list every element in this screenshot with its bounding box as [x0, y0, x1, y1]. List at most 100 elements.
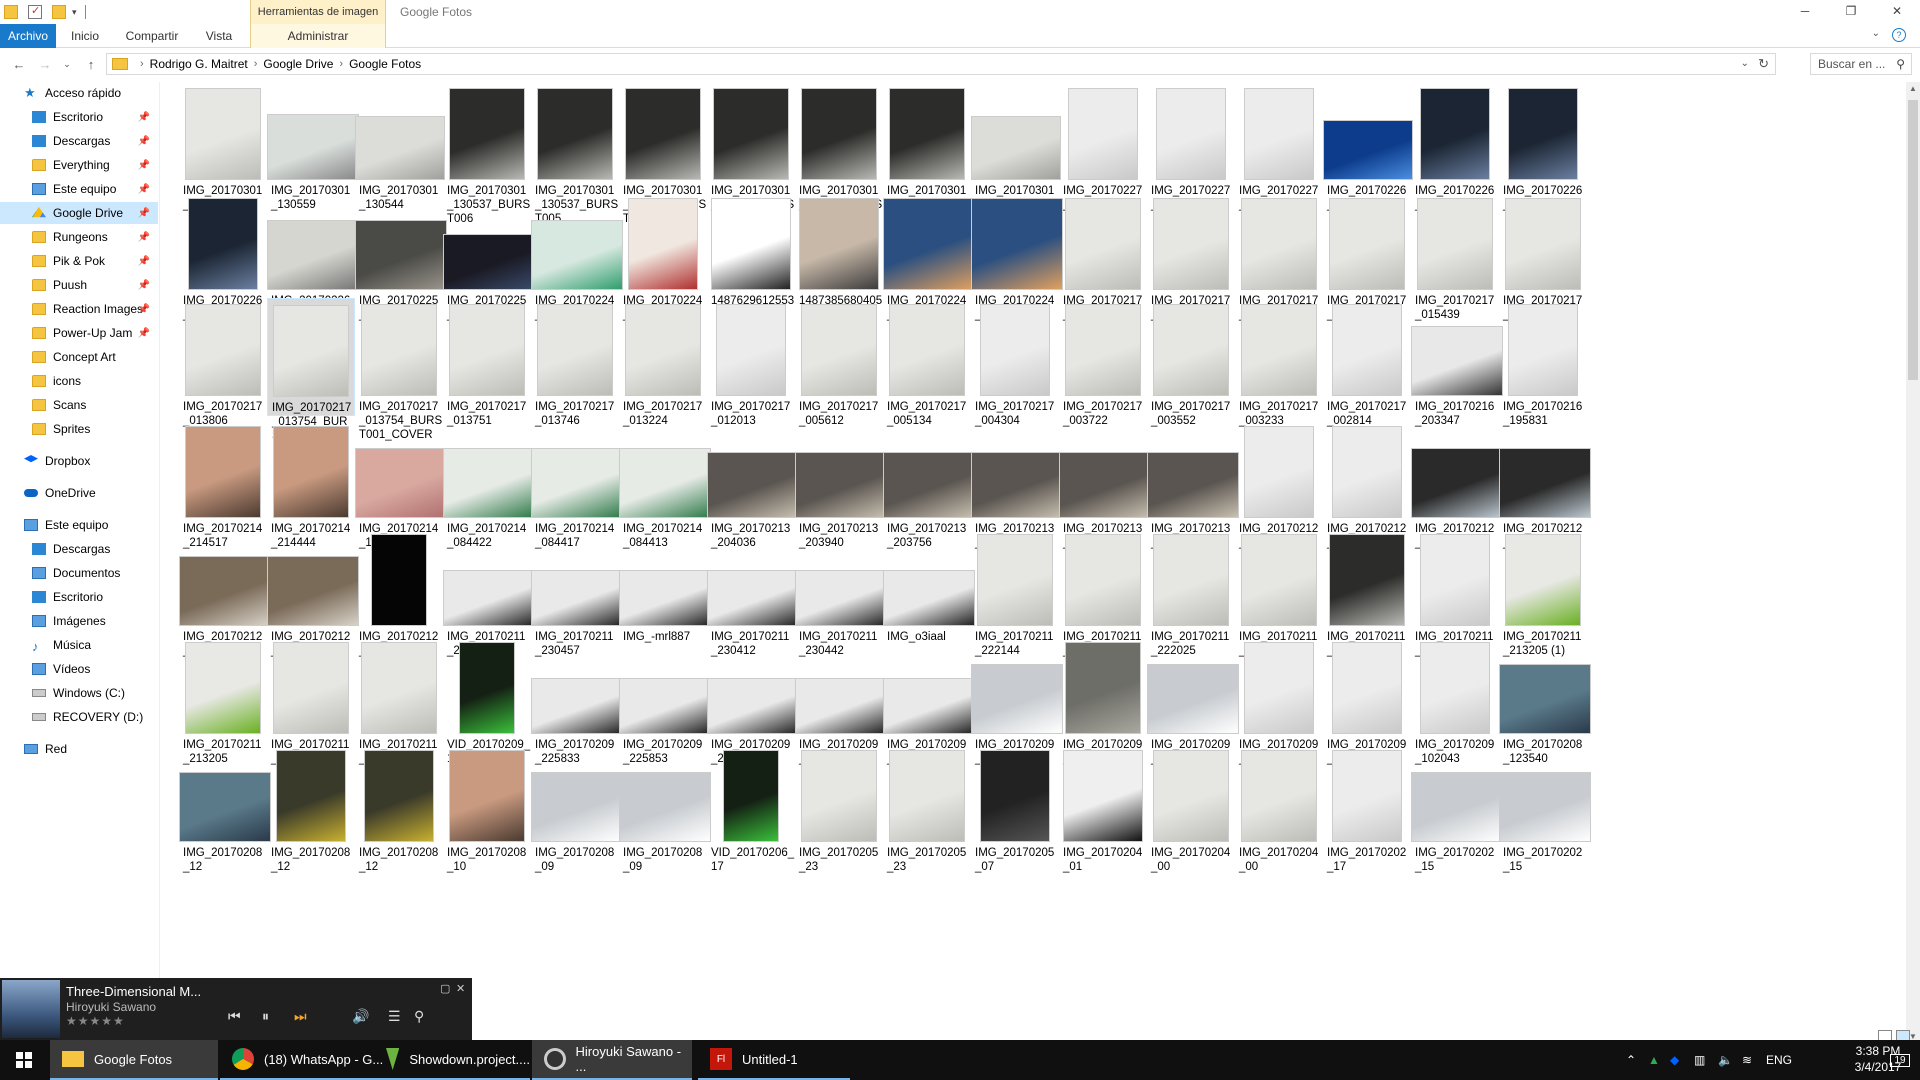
- pin-icon[interactable]: 📌: [138, 304, 150, 315]
- file-tile[interactable]: IMG_20170217_003552: [1147, 298, 1235, 427]
- file-tile[interactable]: IMG_20170217_015439: [1411, 192, 1499, 321]
- file-tile[interactable]: IMG_20170211_230412: [707, 528, 799, 657]
- breadcrumb-user[interactable]: Rodrigo G. Maitret: [150, 57, 248, 71]
- file-tile[interactable]: IMG_20170226_003627: [267, 192, 359, 321]
- file-tile[interactable]: 1487385680405: [795, 192, 883, 307]
- nav-item-reaction-images[interactable]: Reaction Images 📌: [0, 298, 158, 320]
- volume-icon[interactable]: 🔈: [1718, 1040, 1733, 1080]
- nav-item-concept-art[interactable]: Concept Art: [0, 346, 158, 368]
- file-tile[interactable]: IMG_20170211_230442: [795, 528, 887, 657]
- google-drive-tray-icon[interactable]: ▲: [1648, 1040, 1660, 1080]
- file-tile[interactable]: IMG_20170217_012013: [707, 298, 795, 427]
- pin-icon[interactable]: 📌: [138, 328, 150, 339]
- file-tile[interactable]: IMG_20170217_003233: [1235, 298, 1323, 427]
- breadcrumb-separator[interactable]: ›: [254, 58, 258, 70]
- file-tile[interactable]: IMG_20170301_130537_BURST005: [531, 82, 619, 225]
- file-tile[interactable]: IMG_20170209_162440: [971, 636, 1063, 765]
- tab-inicio[interactable]: Inicio: [60, 24, 110, 48]
- file-tile[interactable]: IMG_20170211_213205: [179, 636, 267, 765]
- file-tile[interactable]: IMG_20170217_015507: [1235, 192, 1323, 321]
- nav-item-documentos[interactable]: Documentos: [0, 562, 158, 584]
- file-tile[interactable]: IMG_20170214_084413: [619, 420, 711, 549]
- file-tile[interactable]: IMG_-mrl887: [619, 528, 711, 643]
- breadcrumb-google-drive[interactable]: Google Drive: [263, 57, 333, 71]
- forward-arrow-icon[interactable]: →: [36, 56, 54, 72]
- file-tile[interactable]: IMG_20170204_01: [1059, 744, 1147, 873]
- file-tile[interactable]: IMG_20170202_15: [1411, 744, 1503, 873]
- file-tile[interactable]: IMG_20170301_130559: [267, 82, 359, 211]
- file-tile[interactable]: IMG_20170212_154727: [1411, 420, 1503, 549]
- breadcrumb-separator[interactable]: ›: [339, 58, 343, 70]
- file-tile[interactable]: IMG_20170301_130537_BURST006: [443, 82, 531, 225]
- file-tile[interactable]: IMG_20170205_23: [883, 744, 971, 873]
- file-tile[interactable]: IMG_20170211_222021: [1235, 528, 1323, 657]
- up-arrow-icon[interactable]: ↑: [82, 56, 100, 72]
- file-tile[interactable]: IMG_20170211_213205 (1): [1499, 528, 1587, 657]
- file-tile[interactable]: IMG_20170214_141922: [355, 420, 447, 549]
- taskbar-google-fotos[interactable]: Google Fotos: [50, 1040, 218, 1080]
- file-tile[interactable]: IMG_20170227_162814: [1059, 82, 1147, 211]
- file-tile[interactable]: IMG_20170226_115418: [179, 192, 267, 321]
- file-tile[interactable]: IMG_20170217_003722: [1059, 298, 1147, 427]
- file-tile[interactable]: IMG_20170212_201559: [1323, 420, 1411, 549]
- file-tile[interactable]: IMG_20170212_154715: [267, 528, 359, 657]
- file-tile[interactable]: IMG_20170202_17: [1323, 744, 1411, 873]
- file-tile[interactable]: IMG_20170301_130544: [355, 82, 445, 211]
- back-arrow-icon[interactable]: ←: [10, 56, 28, 72]
- address-dropdown-icon[interactable]: ⌄: [1741, 58, 1749, 69]
- file-tile[interactable]: IMG_20170217_015439 (1): [1323, 192, 1411, 321]
- file-tile[interactable]: IMG_20170226_203831: [1323, 82, 1413, 211]
- search-input[interactable]: Buscar en ... ⚲: [1810, 53, 1912, 75]
- nav-item-dropbox[interactable]: Dropbox: [0, 450, 158, 472]
- scroll-up-icon[interactable]: ▲: [1909, 84, 1917, 93]
- file-tile[interactable]: IMG_20170208_123540: [1499, 636, 1591, 765]
- file-tile[interactable]: IMG_20170224_074259: [883, 192, 975, 321]
- nav-item-onedrive[interactable]: OneDrive: [0, 482, 158, 504]
- file-tile[interactable]: IMG_20170211_212617: [267, 636, 355, 765]
- file-tile[interactable]: IMG_20170208_12: [267, 744, 355, 873]
- nav-item-este-equipo[interactable]: Este equipo 📌: [0, 178, 158, 200]
- pin-icon[interactable]: 📌: [138, 112, 150, 123]
- expand-ribbon-icon[interactable]: ⌄: [1872, 28, 1880, 39]
- nav-item-icons[interactable]: icons: [0, 370, 158, 392]
- nav-item-power-up-jam[interactable]: Power-Up Jam 📌: [0, 322, 158, 344]
- file-tile[interactable]: IMG_20170224_074252: [971, 192, 1063, 321]
- address-bar[interactable]: › Rodrigo G. Maitret › Google Drive › Go…: [106, 53, 1776, 75]
- file-tile[interactable]: IMG_20170301_130537_BURST001_COVER: [883, 82, 971, 225]
- file-tile[interactable]: IMG_20170209_225828: [707, 636, 799, 765]
- file-tile[interactable]: IMG_20170209_102052: [1323, 636, 1411, 765]
- file-tile[interactable]: IMG_20170301_130537_BURST004: [619, 82, 707, 225]
- language-indicator[interactable]: ENG: [1766, 1040, 1792, 1080]
- file-tile[interactable]: IMG_20170217_004304: [971, 298, 1059, 427]
- playlist-icon[interactable]: ☰: [388, 1008, 401, 1025]
- file-tile[interactable]: IMG_20170213_202853: [1147, 420, 1239, 549]
- file-tile[interactable]: IMG_20170205_23: [795, 744, 883, 873]
- show-hidden-icons-icon[interactable]: ⌃: [1626, 1040, 1636, 1080]
- file-tile[interactable]: IMG_20170217_013754_BURST002: [267, 298, 355, 442]
- file-tile[interactable]: IMG_20170204_00: [1235, 744, 1323, 873]
- file-tile[interactable]: IMG_20170224_134651: [619, 192, 707, 321]
- track-rating[interactable]: ★★★★★: [66, 1014, 125, 1028]
- file-tile[interactable]: IMG_20170217_005134: [883, 298, 971, 427]
- file-tile[interactable]: IMG_20170212_075940: [355, 528, 443, 657]
- file-tile[interactable]: IMG_20170209_225853: [619, 636, 711, 765]
- search-icon[interactable]: ⚲: [414, 1008, 424, 1025]
- start-button[interactable]: [0, 1040, 48, 1080]
- nav-item-rungeons[interactable]: Rungeons 📌: [0, 226, 158, 248]
- tab-compartir[interactable]: Compartir: [118, 24, 186, 48]
- file-tile[interactable]: IMG_20170301_130537_BURST002: [795, 82, 883, 225]
- file-tile[interactable]: IMG_20170213_203756: [883, 420, 975, 549]
- file-tile[interactable]: VID_20170209_175447: [443, 636, 531, 765]
- quick-access-dropdown-icon[interactable]: ▾: [72, 7, 77, 18]
- nav-item-red[interactable]: Red: [0, 738, 158, 760]
- wifi-icon[interactable]: ≋: [1742, 1040, 1752, 1080]
- nav-item-recovery-d[interactable]: RECOVERY (D:): [0, 706, 158, 728]
- file-tile[interactable]: IMG_20170217_015507 (1): [1147, 192, 1235, 321]
- file-tile[interactable]: IMG_20170211_230416: [443, 528, 535, 657]
- file-tile[interactable]: IMG_20170209_160703: [1059, 636, 1147, 765]
- restore-button[interactable]: ❐: [1828, 0, 1874, 22]
- file-tile[interactable]: IMG_20170212_154723: [1499, 420, 1591, 549]
- file-tile[interactable]: IMG_20170213_203145: [1059, 420, 1151, 549]
- taskbar-whatsapp[interactable]: (18) WhatsApp - G...: [220, 1040, 400, 1080]
- pin-icon[interactable]: 📌: [138, 136, 150, 147]
